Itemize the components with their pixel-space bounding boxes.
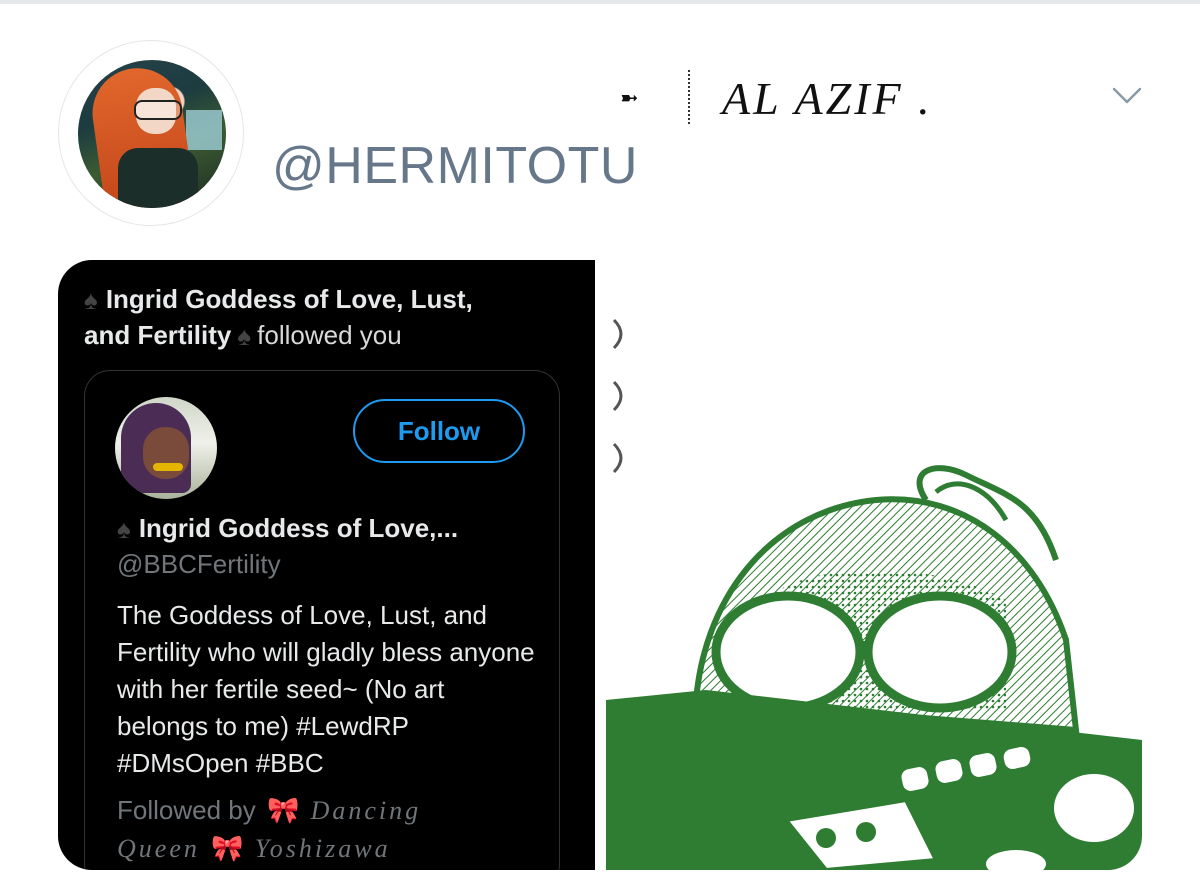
notification-name-1: Ingrid Goddess of Love, Lust,: [105, 284, 473, 314]
display-name[interactable]: AL AZIF .: [722, 74, 933, 124]
arrow-icon: ➼: [620, 86, 639, 111]
user-card-avatar-face: [143, 427, 189, 479]
user-card-avatar[interactable]: [115, 397, 217, 499]
notification-name-2: and Fertility: [84, 320, 232, 350]
user-card-username: @BBCFertility: [117, 549, 281, 579]
dotted-divider: [688, 70, 690, 124]
attached-image-manga[interactable]: [606, 260, 1142, 870]
avatar[interactable]: [78, 60, 226, 208]
spade-icon: ♠: [84, 285, 98, 315]
bow-icon: 🎀: [266, 795, 300, 825]
followed-by-continued: Queen 🎀 Yoshizawa: [117, 833, 391, 864]
notification-text-line1: ♠ Ingrid Goddess of Love, Lust,: [84, 284, 473, 316]
attached-image-notification[interactable]: ♠ Ingrid Goddess of Love, Lust, and Ferti…: [58, 260, 595, 870]
follower-name-1[interactable]: Dancing: [311, 796, 422, 825]
follower-name-2[interactable]: Yoshizawa: [255, 834, 391, 863]
user-card-avatar-necklace: [153, 463, 183, 471]
notification-action: followed you: [257, 320, 402, 350]
follower-name-1b[interactable]: Queen: [117, 834, 200, 863]
bow-icon: 🎀: [211, 833, 244, 863]
user-card-name[interactable]: ♠ Ingrid Goddess of Love,...: [117, 513, 458, 545]
followed-by-prefix: Followed by: [117, 795, 256, 825]
follow-button[interactable]: Follow: [353, 399, 525, 463]
spade-icon: ♠: [117, 514, 131, 544]
manga-illustration: [606, 318, 1142, 870]
spade-icon: ♠: [237, 321, 252, 351]
user-card-name-text: Ingrid Goddess of Love,...: [138, 513, 459, 543]
avatar-background: [186, 110, 222, 150]
profile-handle[interactable]: @HERMITOTU: [272, 136, 638, 196]
user-card-bio: The Goddess of Love, Lust, and Fertility…: [117, 600, 535, 778]
notification-text-line2: and Fertility ♠ followed you: [84, 320, 402, 352]
avatar-glasses: [134, 100, 182, 120]
top-divider: [0, 0, 1200, 4]
followed-by: Followed by 🎀 Dancing: [117, 795, 421, 826]
avatar-body: [118, 148, 198, 208]
user-card[interactable]: Follow ♠ Ingrid Goddess of Love,... @BBCF…: [84, 370, 560, 870]
chevron-down-icon[interactable]: [1112, 86, 1142, 106]
